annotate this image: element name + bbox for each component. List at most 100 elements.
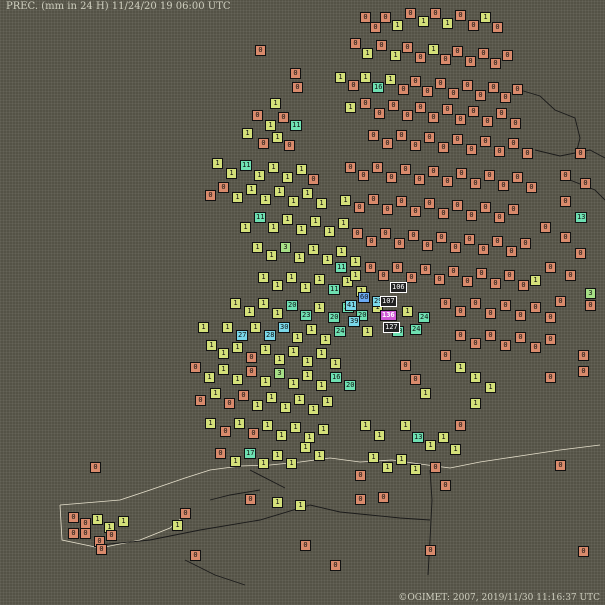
station-marker: 1: [272, 280, 283, 291]
station-marker: 0: [410, 206, 421, 217]
station-marker: 107: [380, 296, 397, 307]
station-marker: 0: [452, 46, 463, 57]
station-marker: 1: [300, 282, 311, 293]
station-marker: 0: [455, 420, 466, 431]
station-marker: 0: [455, 330, 466, 341]
station-marker: 1: [280, 402, 291, 413]
station-marker: 0: [382, 138, 393, 149]
station-marker: 1: [322, 254, 333, 265]
station-marker: 17: [244, 448, 257, 459]
station-marker: 1: [322, 396, 333, 407]
station-marker: 1: [230, 298, 241, 309]
station-marker: 0: [300, 540, 311, 551]
station-marker: 1: [308, 404, 319, 415]
station-marker: 0: [442, 176, 453, 187]
station-marker: 1: [242, 128, 253, 139]
station-marker: 0: [368, 194, 379, 205]
station-marker: 1: [260, 194, 271, 205]
station-marker: 0: [435, 78, 446, 89]
station-marker: 0: [360, 98, 371, 109]
station-marker: 0: [284, 140, 295, 151]
station-marker: 0: [354, 202, 365, 213]
station-marker: 11: [335, 262, 348, 273]
station-marker: 1: [485, 382, 496, 393]
station-marker: 20: [286, 300, 299, 311]
station-marker: 1: [350, 256, 361, 267]
station-marker: 1: [292, 332, 303, 343]
station-marker: 3: [585, 288, 596, 299]
station-marker: 0: [386, 172, 397, 183]
station-marker: 0: [350, 38, 361, 49]
station-marker: 13: [575, 212, 588, 223]
station-marker: 1: [172, 520, 183, 531]
station-marker: 1: [350, 270, 361, 281]
station-marker: 1: [266, 250, 277, 261]
station-marker: 1: [218, 364, 229, 375]
station-marker: 0: [448, 266, 459, 277]
station-marker: 0: [578, 546, 589, 557]
station-marker: 24: [334, 326, 347, 337]
station-marker: 0: [540, 222, 551, 233]
station-marker: 1: [234, 418, 245, 429]
station-marker: 0: [422, 240, 433, 251]
station-marker: 24: [418, 312, 431, 323]
station-marker: 20: [328, 312, 341, 323]
station-marker: 0: [485, 330, 496, 341]
station-marker: 0: [68, 528, 79, 539]
station-marker: 0: [452, 200, 463, 211]
station-marker: 1: [480, 12, 491, 23]
station-marker: 0: [430, 462, 441, 473]
station-marker: 0: [195, 395, 206, 406]
station-marker: 0: [215, 448, 226, 459]
station-marker: 1: [118, 516, 129, 527]
station-marker: 0: [218, 182, 229, 193]
station-marker: 0: [478, 244, 489, 255]
station-marker: 0: [440, 54, 451, 65]
station-marker: 1: [246, 184, 257, 195]
station-marker: 0: [478, 48, 489, 59]
station-marker: 0: [410, 140, 421, 151]
station-marker: 0: [578, 350, 589, 361]
station-marker: 1: [276, 430, 287, 441]
station-marker: 1: [290, 422, 301, 433]
map-header: PREC. (mm in 24 H) 11/24/20 19 06:00 UTC: [6, 1, 231, 12]
station-marker: 0: [494, 212, 505, 223]
station-marker: 0: [500, 300, 511, 311]
station-marker: 1: [294, 394, 305, 405]
station-marker: 1: [296, 224, 307, 235]
station-marker: 0: [438, 208, 449, 219]
station-marker: 0: [500, 92, 511, 103]
station-marker: 0: [545, 262, 556, 273]
station-marker: 0: [506, 246, 517, 257]
station-marker: 0: [440, 350, 451, 361]
station-marker: 0: [224, 398, 235, 409]
station-marker: 0: [530, 302, 541, 313]
station-marker: 1: [282, 172, 293, 183]
station-marker: 1: [222, 322, 233, 333]
station-marker: 20: [344, 380, 357, 391]
station-marker: 1: [455, 362, 466, 373]
station-marker: 1: [274, 354, 285, 365]
station-marker: 0: [410, 374, 421, 385]
station-marker: 0: [246, 352, 257, 363]
station-marker: 1: [330, 358, 341, 369]
station-marker: 1: [392, 20, 403, 31]
station-marker: 27: [236, 330, 249, 341]
station-marker: 1: [232, 342, 243, 353]
station-marker: 1: [272, 308, 283, 319]
station-marker: 1: [265, 120, 276, 131]
station-marker: 0: [434, 274, 445, 285]
station-marker: 0: [255, 45, 266, 56]
station-marker: 1: [282, 214, 293, 225]
station-marker: 1: [274, 186, 285, 197]
station-marker: 1: [314, 302, 325, 313]
station-marker: 0: [396, 130, 407, 141]
station-marker: 1: [210, 388, 221, 399]
station-marker: 1: [294, 252, 305, 263]
station-marker: 1: [295, 500, 306, 511]
station-marker: 0: [436, 232, 447, 243]
station-marker: 1: [360, 72, 371, 83]
station-marker: 1: [226, 168, 237, 179]
station-marker: 1: [318, 424, 329, 435]
station-marker: 1: [272, 497, 283, 508]
